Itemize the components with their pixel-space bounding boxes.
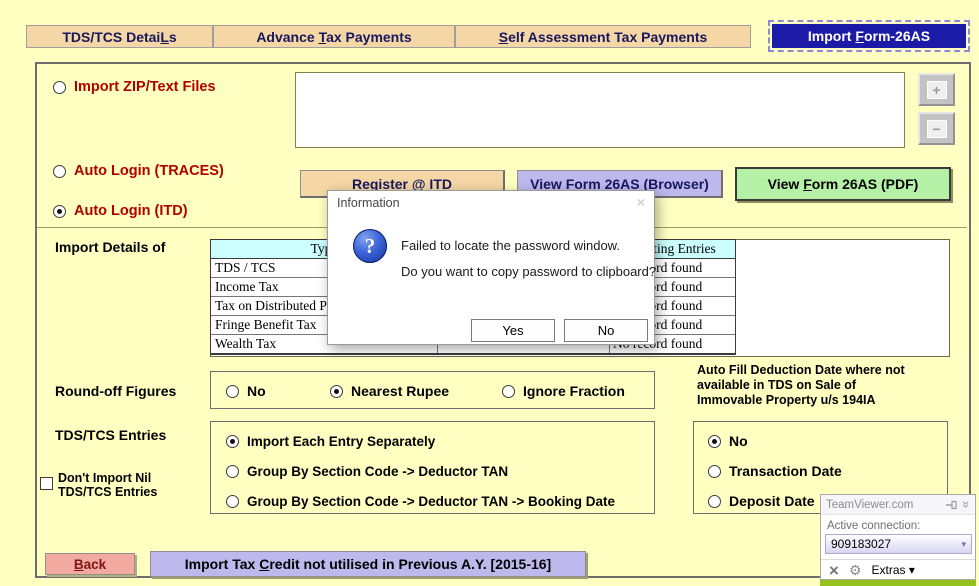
pin-icon[interactable] (946, 499, 958, 511)
radio-group-by-section-tan-booking[interactable]: Group By Section Code -> Deductor TAN ->… (226, 493, 615, 509)
radio-icon (53, 81, 66, 94)
radio-roundoff-ignore-fraction[interactable]: Ignore Fraction (502, 383, 625, 399)
dont-import-nil-label: Don't Import Nil TDS/TCS Entries (58, 471, 157, 499)
auto-fill-note: Auto Fill Deduction Date where not avail… (697, 363, 949, 408)
dont-import-nil-checkbox[interactable] (40, 477, 53, 490)
tab-label: Import Form-26AS (808, 28, 930, 44)
radio-icon (502, 385, 515, 398)
radio-auto-login-itd[interactable]: Auto Login (ITD) (53, 203, 188, 219)
radio-icon (226, 495, 239, 508)
teamviewer-status-strip (820, 580, 976, 586)
radio-icon (53, 205, 66, 218)
tab-self-assessment-tax-payments[interactable]: Self Assessment Tax Payments (455, 25, 751, 48)
dialog-message-line1: Failed to locate the password window. (401, 238, 620, 253)
radio-icon (708, 465, 721, 478)
add-file-button[interactable]: + (918, 73, 955, 106)
yes-button[interactable]: Yes (471, 319, 555, 342)
chevron-down-icon: ▾ (961, 539, 966, 550)
information-dialog: Information × ? Failed to locate the pas… (327, 190, 655, 345)
radio-group-by-section-tan[interactable]: Group By Section Code -> Deductor TAN (226, 463, 508, 479)
tab-label: Advance Tax Payments (256, 29, 411, 45)
radio-icon (226, 465, 239, 478)
teamviewer-header[interactable]: TeamViewer.com » (821, 495, 975, 515)
no-button[interactable]: No (564, 319, 648, 342)
round-off-label: Round-off Figures (55, 383, 176, 399)
radio-label: Import ZIP/Text Files (74, 79, 216, 95)
dialog-message-line2: Do you want to copy password to clipboar… (401, 264, 656, 279)
question-icon: ? (353, 229, 387, 263)
import-details-label: Import Details of (55, 239, 165, 255)
plus-icon: + (927, 81, 947, 99)
app-window: TDS/TCS DetaiLs Advance Tax Payments Sel… (0, 0, 979, 586)
radio-icon (226, 385, 239, 398)
radio-label: Auto Login (TRACES) (74, 163, 224, 179)
active-connection-label: Active connection: (827, 520, 920, 532)
import-tax-credit-button[interactable]: Import Tax Credit not utilised in Previo… (150, 551, 586, 577)
close-icon[interactable]: × (637, 194, 645, 210)
extras-menu[interactable]: Extras ▾ (872, 563, 915, 577)
radio-roundoff-no[interactable]: No (226, 383, 266, 399)
connection-dropdown[interactable]: 909183027 ▾ (825, 534, 972, 554)
minus-icon: − (927, 120, 947, 138)
remove-file-button[interactable]: − (918, 112, 955, 145)
view-form-26as-pdf-button[interactable]: View Form 26AS (PDF) (735, 167, 951, 201)
tab-tds-tcs-details[interactable]: TDS/TCS DetaiLs (26, 25, 213, 48)
radio-icon (330, 385, 343, 398)
radio-icon (53, 165, 66, 178)
gear-icon[interactable]: ⚙ (849, 562, 862, 579)
radio-import-zip-text-files[interactable]: Import ZIP/Text Files (53, 79, 216, 95)
radio-transaction-date[interactable]: Transaction Date (708, 463, 842, 479)
radio-import-each-entry[interactable]: Import Each Entry Separately (226, 433, 435, 449)
radio-label: Auto Login (ITD) (74, 203, 188, 219)
tds-entries-label: TDS/TCS Entries (55, 427, 166, 443)
teamviewer-title: TeamViewer.com (826, 499, 941, 511)
back-button[interactable]: Back (45, 553, 135, 575)
collapse-chevrons-icon[interactable]: » (959, 501, 974, 508)
tab-label: TDS/TCS DetaiLs (62, 29, 176, 45)
teamviewer-panel: TeamViewer.com » Active connection: 9091… (820, 494, 976, 580)
zip-file-list[interactable] (295, 72, 905, 148)
dialog-title: Information (337, 196, 400, 210)
tab-label: Self Assessment Tax Payments (499, 29, 708, 45)
radio-deposit-date[interactable]: Deposit Date (708, 493, 815, 509)
radio-roundoff-nearest-rupee[interactable]: Nearest Rupee (330, 383, 449, 399)
radio-icon (708, 435, 721, 448)
connection-id: 909183027 (831, 537, 961, 551)
teamviewer-toolbar: × ⚙ Extras ▾ (821, 559, 975, 580)
tab-import-form-26as[interactable]: Import Form-26AS (772, 24, 966, 48)
tab-advance-tax-payments[interactable]: Advance Tax Payments (213, 25, 455, 48)
radio-icon (708, 495, 721, 508)
radio-auto-login-traces[interactable]: Auto Login (TRACES) (53, 163, 224, 179)
radio-icon (226, 435, 239, 448)
close-connection-icon[interactable]: × (829, 562, 839, 579)
radio-date-no[interactable]: No (708, 433, 748, 449)
